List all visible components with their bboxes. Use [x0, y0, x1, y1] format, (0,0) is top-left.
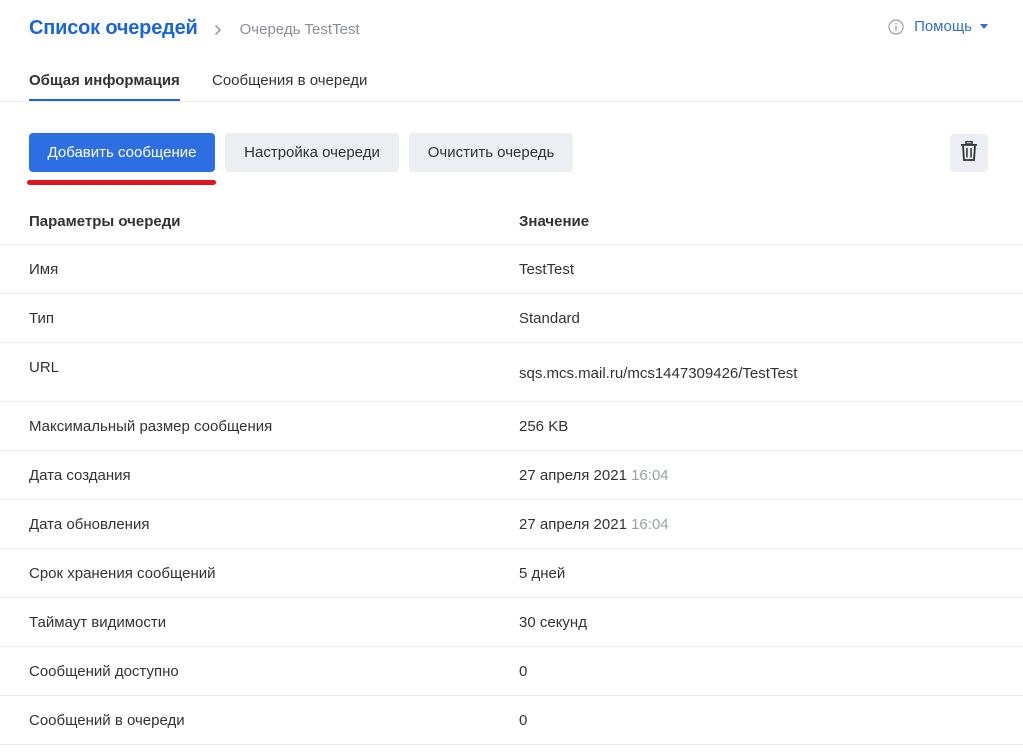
delete-queue-button[interactable] — [950, 134, 988, 172]
table-row: URL sqs.mcs.mail.ru/mcs1447309426/TestTe… — [0, 343, 1023, 402]
date-value: 27 апреля 2021 — [519, 467, 627, 484]
table-row: Имя TestTest — [0, 245, 1023, 294]
param-label: Имя — [29, 261, 59, 278]
tab-bar: Общая информация Сообщения в очереди — [0, 60, 1023, 102]
param-value: 27 апреля 2021 16:04 — [519, 516, 669, 533]
column-header-value: Значение — [519, 213, 590, 230]
breadcrumb-queue-list-link[interactable]: Список очередей — [29, 17, 198, 40]
queue-params-table: Параметры очереди Значение Имя TestTest … — [0, 197, 1023, 745]
tab-queue-messages[interactable]: Сообщения в очереди — [212, 72, 367, 99]
time-value: 16:04 — [631, 467, 669, 484]
param-value: 256 KB — [519, 418, 569, 435]
info-icon — [888, 18, 904, 35]
param-label: Максимальный размер сообщения — [29, 418, 273, 435]
chevron-down-icon — [980, 24, 988, 29]
help-label: Помощь — [914, 18, 972, 35]
help-menu[interactable]: Помощь — [888, 18, 988, 35]
param-label: Сообщений доступно — [29, 663, 179, 680]
highlight-underline — [27, 180, 216, 185]
param-value: 30 секунд — [519, 614, 587, 631]
toolbar: Добавить сообщение Настройка очереди Очи… — [29, 133, 583, 173]
breadcrumb-current: Очередь TestTest — [239, 21, 360, 38]
param-value-url: sqs.mcs.mail.ru/mcs1447309426/TestTest — [519, 365, 798, 382]
param-value: 27 апреля 2021 16:04 — [519, 467, 669, 484]
table-row: Дата обновления 27 апреля 2021 16:04 — [0, 500, 1023, 549]
table-row: Максимальный размер сообщения 256 KB — [0, 402, 1023, 451]
param-value: 5 дней — [519, 565, 566, 582]
table-row: Срок хранения сообщений 5 дней — [0, 549, 1023, 598]
table-row: Таймаут видимости 30 секунд — [0, 598, 1023, 647]
param-label: Дата обновления — [29, 516, 150, 533]
table-row: Сообщений в очереди 0 — [0, 696, 1023, 745]
param-label: Тип — [29, 310, 55, 327]
trash-icon — [960, 140, 978, 166]
table-row: Сообщений доступно 0 — [0, 647, 1023, 696]
header: Список очередей Очередь TestTest Помощь — [0, 0, 1023, 60]
table-row: Тип Standard — [0, 294, 1023, 343]
date-value: 27 апреля 2021 — [519, 516, 627, 533]
add-message-button[interactable]: Добавить сообщение — [29, 133, 215, 172]
column-header-param: Параметры очереди — [29, 213, 181, 230]
tab-general-info[interactable]: Общая информация — [29, 72, 180, 101]
param-label: Срок хранения сообщений — [29, 565, 216, 582]
table-header-row: Параметры очереди Значение — [0, 197, 1023, 245]
param-value: 0 — [519, 712, 528, 729]
param-label: URL — [29, 359, 60, 376]
queue-settings-button[interactable]: Настройка очереди — [225, 133, 399, 172]
clear-queue-button[interactable]: Очистить очередь — [409, 133, 573, 172]
page: Список очередей Очередь TestTest Помощь … — [0, 0, 1023, 752]
time-value: 16:04 — [631, 516, 669, 533]
param-label: Таймаут видимости — [29, 614, 167, 631]
param-value: 0 — [519, 663, 528, 680]
param-label: Сообщений в очереди — [29, 712, 185, 729]
param-value: Standard — [519, 310, 580, 327]
table-row: Дата создания 27 апреля 2021 16:04 — [0, 451, 1023, 500]
breadcrumb: Список очередей Очередь TestTest — [29, 17, 360, 40]
param-label: Дата создания — [29, 467, 131, 484]
param-value: TestTest — [519, 261, 575, 278]
chevron-right-icon — [212, 23, 224, 35]
